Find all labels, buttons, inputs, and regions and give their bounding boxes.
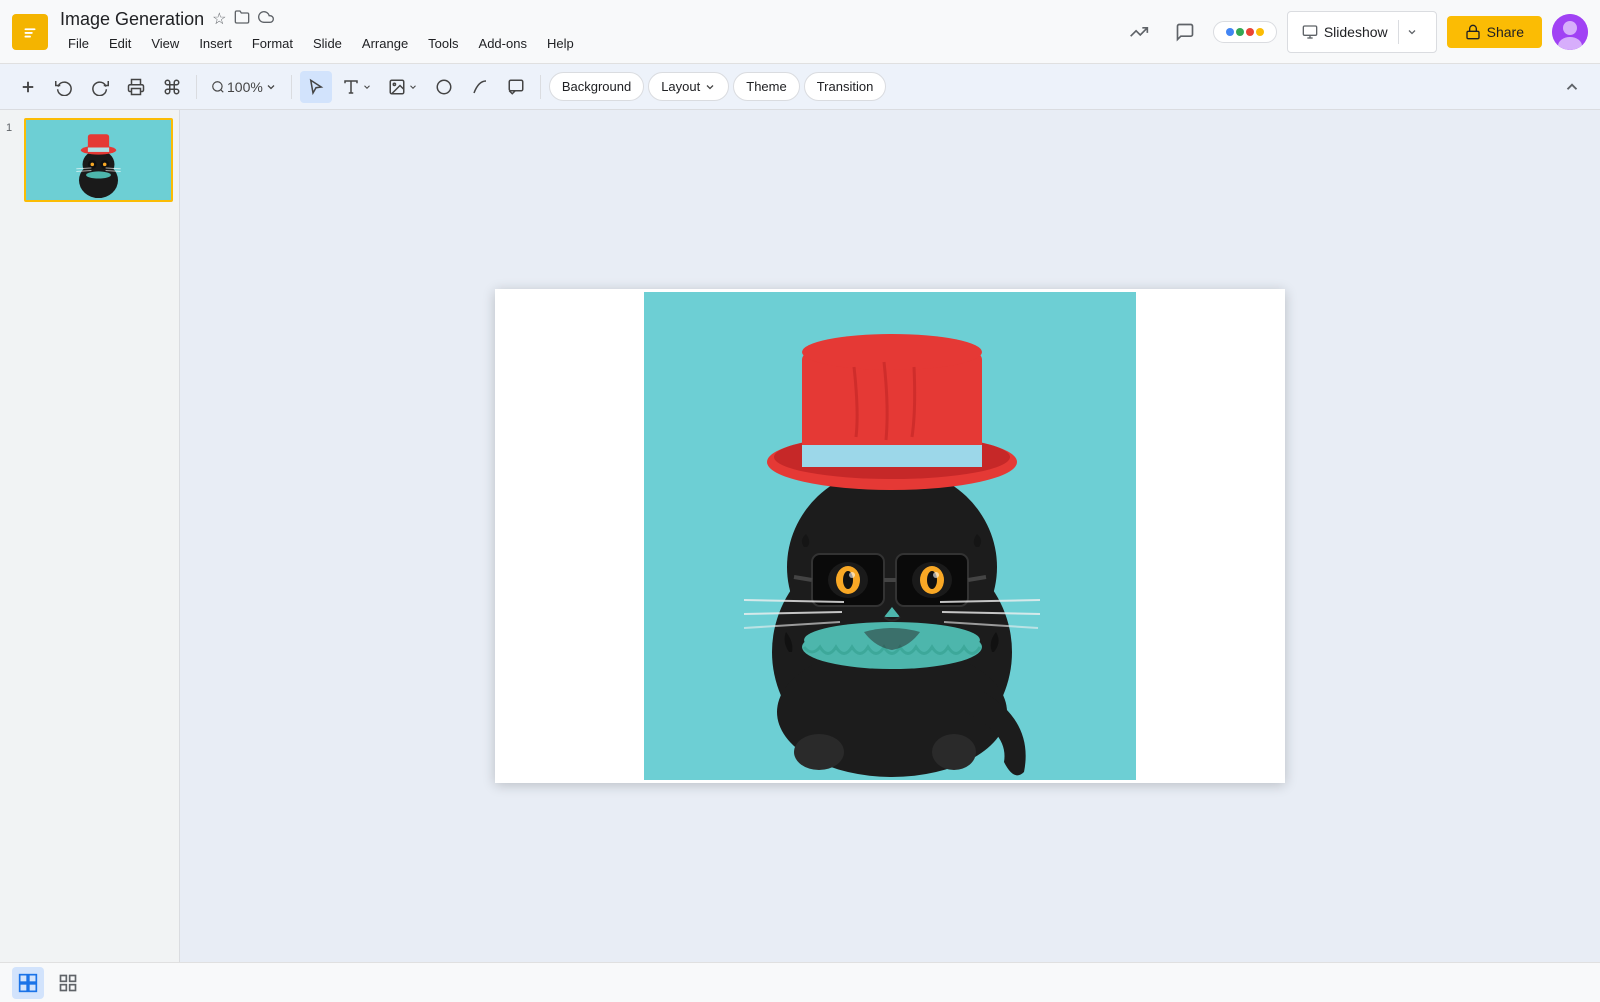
menu-file[interactable]: File	[60, 32, 97, 55]
slide-1-thumbnail[interactable]	[24, 118, 173, 202]
analytics-button[interactable]	[1121, 14, 1157, 50]
menu-bar: File Edit View Insert Format Slide Arran…	[60, 32, 1121, 55]
menu-arrange[interactable]: Arrange	[354, 32, 416, 55]
document-title[interactable]: Image Generation	[60, 9, 204, 30]
collapse-toolbar-button[interactable]	[1556, 71, 1588, 103]
filmstrip-view-button[interactable]	[12, 967, 44, 999]
toolbar-right	[1556, 71, 1588, 103]
paint-format-button[interactable]	[156, 71, 188, 103]
select-tool[interactable]	[300, 71, 332, 103]
slideshow-label: Slideshow	[1324, 24, 1388, 40]
layout-label: Layout	[661, 79, 700, 94]
menu-format[interactable]: Format	[244, 32, 301, 55]
menu-insert[interactable]: Insert	[191, 32, 240, 55]
menu-addons[interactable]: Add-ons	[471, 32, 535, 55]
app-logo[interactable]	[12, 14, 48, 50]
slide-1-container: 1	[6, 118, 173, 202]
separator-2	[291, 75, 292, 99]
zoom-control[interactable]: 100%	[205, 75, 283, 99]
slide-panel: 1	[0, 110, 180, 962]
main-content: 1	[0, 110, 1600, 962]
transition-label: Transition	[817, 79, 874, 94]
share-label: Share	[1487, 24, 1524, 40]
menu-tools[interactable]: Tools	[420, 32, 466, 55]
comments-button[interactable]	[1167, 14, 1203, 50]
title-area: Image Generation ☆ File Edit View Insert…	[60, 9, 1121, 55]
menu-slide[interactable]: Slide	[305, 32, 350, 55]
image-tool[interactable]	[382, 74, 424, 100]
meet-button[interactable]	[1213, 21, 1277, 43]
comment-tool[interactable]	[500, 71, 532, 103]
top-bar: Image Generation ☆ File Edit View Insert…	[0, 0, 1600, 64]
slide-canvas[interactable]	[495, 289, 1285, 783]
text-tool[interactable]	[336, 74, 378, 100]
layout-button[interactable]: Layout	[648, 72, 729, 101]
meet-logo	[1226, 28, 1264, 36]
background-label: Background	[562, 79, 631, 94]
add-slide-button[interactable]	[12, 71, 44, 103]
line-tool[interactable]	[464, 71, 496, 103]
background-button[interactable]: Background	[549, 72, 644, 101]
star-icon[interactable]: ☆	[212, 9, 226, 29]
separator-1	[196, 75, 197, 99]
slideshow-button[interactable]: Slideshow	[1287, 11, 1437, 53]
zoom-level: 100%	[227, 79, 263, 95]
canvas-area[interactable]	[180, 110, 1600, 962]
toolbar: 100%	[0, 64, 1600, 110]
menu-edit[interactable]: Edit	[101, 32, 139, 55]
folder-icon[interactable]	[234, 9, 250, 30]
print-button[interactable]	[120, 71, 152, 103]
user-avatar[interactable]	[1552, 14, 1588, 50]
separator-3	[540, 75, 541, 99]
slide-1-number: 1	[6, 122, 18, 134]
shapes-tool[interactable]	[428, 71, 460, 103]
grid-view-button[interactable]	[52, 967, 84, 999]
transition-button[interactable]: Transition	[804, 72, 887, 101]
menu-help[interactable]: Help	[539, 32, 582, 55]
redo-button[interactable]	[84, 71, 116, 103]
slideshow-dropdown-icon[interactable]	[1398, 20, 1422, 44]
undo-button[interactable]	[48, 71, 80, 103]
cat-illustration	[644, 292, 1136, 780]
theme-label: Theme	[746, 79, 786, 94]
top-right-controls: Slideshow Share	[1121, 11, 1588, 53]
cloud-icon[interactable]	[258, 9, 274, 30]
menu-view[interactable]: View	[143, 32, 187, 55]
bottom-bar	[0, 962, 1600, 1002]
theme-button[interactable]: Theme	[733, 72, 799, 101]
share-button[interactable]: Share	[1447, 16, 1542, 48]
